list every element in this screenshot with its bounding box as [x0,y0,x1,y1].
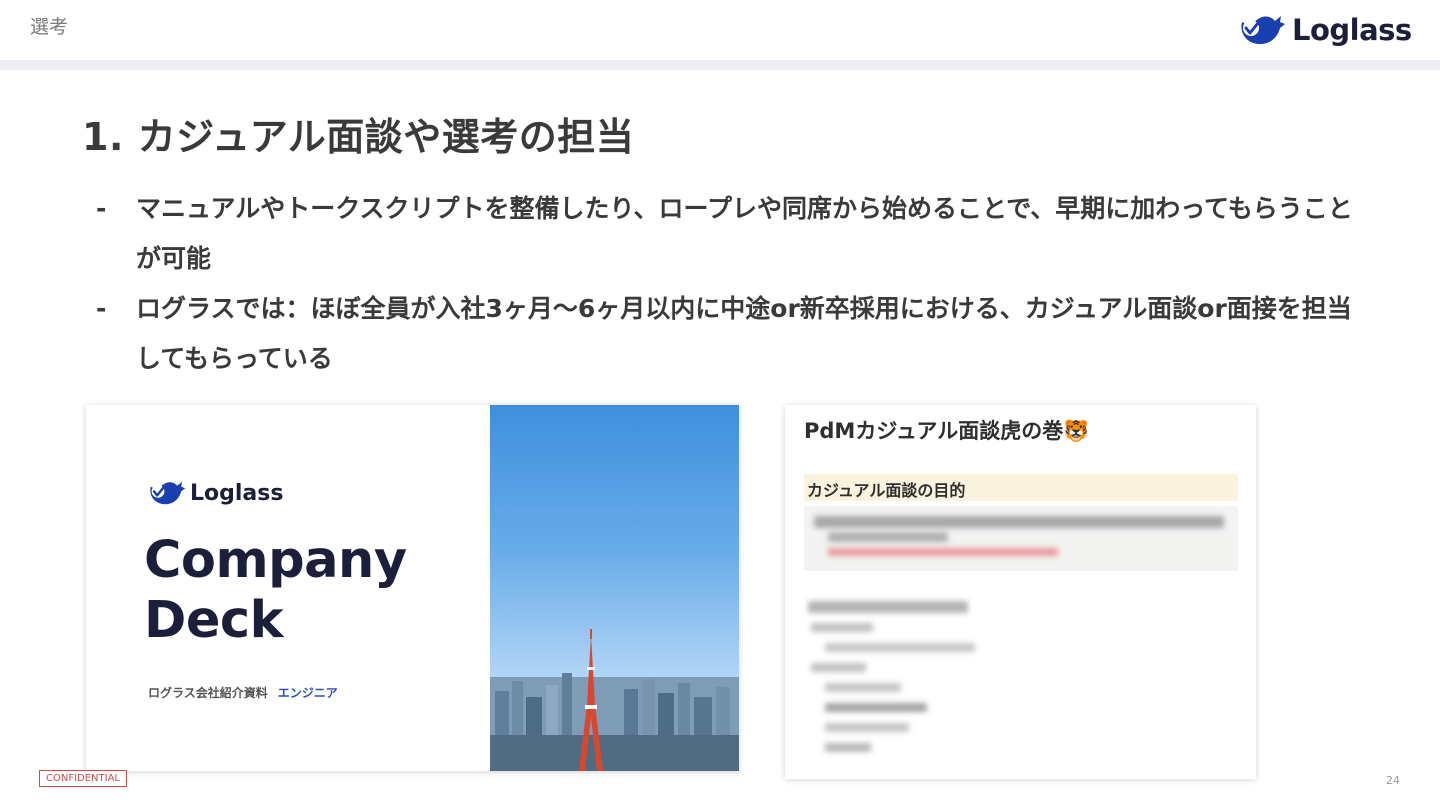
deck-subtitle-accent: エンジニア [277,686,338,700]
redacted-callout-body [804,506,1238,571]
deck-subtitle-text: ログラス会社紹介資料 [148,686,268,700]
redacted-link-line [828,548,1058,556]
bullet-item: - ログラスでは：ほぼ全員が入社3ヶ月〜6ヶ月以内に中途or新卒採用における、カ… [96,284,1366,384]
whale-logo-icon [150,481,186,505]
redacted-list-item [825,723,909,732]
brand-logo: Loglass [1236,10,1412,50]
notion-callout-heading: カジュアル面談の目的 [804,474,1238,501]
redacted-text-line [814,516,1224,528]
slide-header: 選考 Loglass [0,0,1440,60]
header-divider [0,60,1440,70]
redacted-list-item [825,643,975,652]
slide-title: 1. カジュアル面談や選考の担当 [82,115,635,159]
deck-title-line: Deck [144,591,284,650]
company-deck-thumbnail: Loglass Company Deck ログラス会社紹介資料 エンジニア [86,405,739,771]
notion-doc-thumbnail: PdMカジュアル面談虎の巻🐯 カジュアル面談の目的 [785,405,1256,779]
redacted-list-item [811,623,873,632]
deck-subtitle: ログラス会社紹介資料 エンジニア [148,684,338,701]
notion-doc-title: PdMカジュアル面談虎の巻🐯 [804,419,1090,443]
tokyo-tower-skyline-image [490,629,739,771]
page-number: 24 [1386,774,1400,787]
deck-brand-name: Loglass [190,480,284,506]
redacted-list-item [825,743,871,752]
confidential-badge: CONFIDENTIAL [39,770,128,787]
redacted-list-item [811,663,866,672]
deck-title: Company Deck [144,531,407,651]
notion-callout-text: カジュアル面談の目的 [807,481,966,500]
bullet-text: ログラスでは：ほぼ全員が入社3ヶ月〜6ヶ月以内に中途or新卒採用における、カジュ… [136,294,1352,373]
deck-brand-logo: Loglass [146,477,283,509]
section-label: 選考 [30,16,69,38]
bullet-text: マニュアルやトークスクリプトを整備したり、ロープレや同席から始めることで、早期に… [136,194,1353,273]
deck-title-line: Company [144,531,407,590]
bullet-list: - マニュアルやトークスクリプトを整備したり、ロープレや同席から始めることで、早… [96,184,1366,384]
redacted-list-item [825,683,901,692]
bullet-marker: - [96,194,107,223]
whale-logo-icon [1241,16,1285,45]
redacted-heading [808,601,968,613]
redacted-list-item [825,703,927,712]
tokyo-skyline-photo [490,405,739,771]
bullet-item: - マニュアルやトークスクリプトを整備したり、ロープレや同席から始めることで、早… [96,184,1366,284]
brand-name: Loglass [1292,13,1412,47]
bullet-marker: - [96,294,107,323]
redacted-text-line [828,532,948,542]
